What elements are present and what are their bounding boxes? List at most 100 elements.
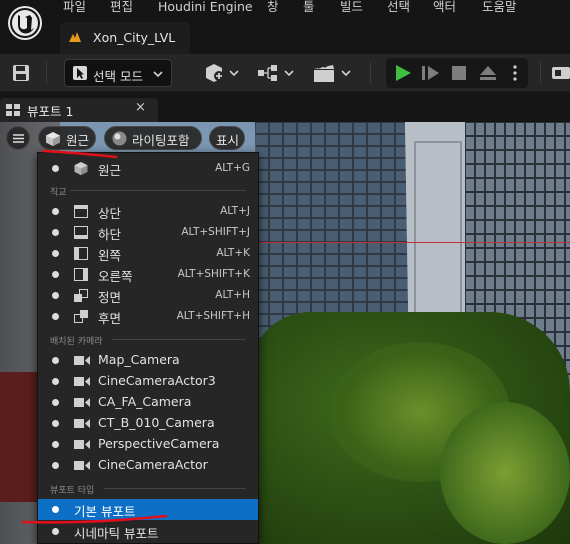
blueprint-icon[interactable] (257, 63, 295, 83)
show-label: 표시 (216, 133, 240, 148)
shortcut: ALT+SHIFT+J (181, 226, 250, 238)
lit-sphere-icon (112, 131, 127, 146)
camera-item[interactable]: PerspectiveCamera (38, 434, 258, 455)
section-header-cameras: 배치된 카메라 (50, 337, 103, 347)
platforms-icon[interactable] (552, 63, 570, 83)
camera-icon (74, 419, 90, 428)
show-button[interactable]: 표시 (209, 126, 245, 150)
more-options-icon[interactable] (512, 65, 518, 81)
menu-item-perspective[interactable]: 원근 ALT+G (38, 158, 258, 179)
camera-icon (74, 398, 90, 407)
camera-item[interactable]: CineCameraActor (38, 455, 258, 476)
camera-label: CineCameraActor (98, 457, 208, 472)
hamburger-icon (13, 134, 24, 143)
stop-icon[interactable] (452, 66, 466, 80)
right-label: 오른쪽 (98, 269, 133, 284)
divider (112, 339, 246, 340)
menu-window[interactable]: 창 (267, 0, 279, 15)
perspective-label: 원근 (66, 133, 90, 148)
radio-dot (52, 528, 59, 535)
menu-actor[interactable]: 액터 (433, 0, 456, 15)
menu-item-left[interactable]: 왼쪽 ALT+K (38, 243, 258, 264)
top-label: 상단 (98, 206, 122, 221)
cube-icon (74, 162, 88, 175)
tree-canopy-3 (440, 402, 570, 544)
radio-dot (52, 271, 59, 278)
select-arrow-icon (73, 66, 87, 80)
camera-icon (74, 461, 90, 470)
menu-select[interactable]: 선택 (387, 0, 410, 15)
menu-help[interactable]: 도움말 (482, 0, 517, 15)
top-view-icon (74, 205, 88, 218)
menu-file[interactable]: 파일 (63, 0, 86, 15)
shortcut: ALT+H (215, 289, 250, 301)
add-actor-icon[interactable] (204, 63, 240, 83)
close-icon[interactable]: × (135, 100, 146, 115)
menu-houdini-engine[interactable]: Houdini Engine (158, 0, 253, 15)
radio-dot (52, 165, 59, 172)
back-label: 후면 (98, 311, 122, 326)
level-icon (69, 32, 81, 42)
menu-item-bottom[interactable]: 하단 ALT+SHIFT+J (38, 222, 258, 243)
unreal-logo-icon[interactable] (8, 6, 42, 40)
left-label: 왼쪽 (98, 248, 122, 263)
camera-label: CineCameraActor3 (98, 373, 216, 388)
right-view-icon (74, 268, 88, 281)
bottom-label: 하단 (98, 227, 122, 242)
eject-icon[interactable] (479, 65, 497, 81)
viewport-options-button[interactable] (6, 126, 30, 150)
camera-label: PerspectiveCamera (98, 436, 220, 451)
menu-edit[interactable]: 편집 (110, 0, 133, 15)
cinematics-icon[interactable] (313, 62, 353, 84)
camera-item[interactable]: CA_FA_Camera (38, 392, 258, 413)
cube-icon (46, 132, 60, 146)
shortcut: ALT+J (220, 205, 250, 217)
select-mode-label: 선택 모드 (93, 69, 143, 84)
camera-item[interactable]: Map_Camera (38, 350, 258, 371)
camera-icon (74, 377, 90, 386)
viewport-tab[interactable]: 뷰포트 1 × (0, 98, 158, 122)
guide-line (260, 242, 570, 243)
perspective-button[interactable]: 원근 (38, 126, 96, 150)
shortcut: ALT+SHIFT+H (176, 310, 250, 322)
play-icon[interactable] (394, 64, 412, 82)
camera-item[interactable]: CT_B_010_Camera (38, 413, 258, 434)
menu-item-front[interactable]: 정면 ALT+H (38, 285, 258, 306)
shortcut: ALT+G (215, 162, 250, 174)
perspective-dropdown-menu: 원근 ALT+G 직교 상단 ALT+J 하단 ALT+SHIFT+J 왼쪽 A… (37, 152, 259, 544)
radio-dot (52, 229, 59, 236)
lighting-button[interactable]: 라이팅포함 (104, 126, 202, 150)
radio-dot (52, 292, 59, 299)
menu-tools[interactable]: 툴 (303, 0, 315, 15)
chevron-down-icon (153, 71, 163, 78)
camera-icon (74, 440, 90, 449)
radio-dot (52, 357, 59, 364)
back-view-icon (74, 310, 88, 323)
main-toolbar: 선택 모드 (0, 54, 570, 92)
viewport-grid-icon (6, 104, 20, 116)
radio-dot (52, 250, 59, 257)
viewport-tab-label: 뷰포트 1 (27, 104, 74, 119)
radio-dot (52, 313, 59, 320)
menu-item-right[interactable]: 오른쪽 ALT+SHIFT+K (38, 264, 258, 285)
menu-item-top[interactable]: 상단 ALT+J (38, 201, 258, 222)
select-mode-dropdown[interactable]: 선택 모드 (64, 59, 172, 87)
camera-item[interactable]: CineCameraActor3 (38, 371, 258, 392)
save-icon[interactable] (12, 64, 30, 82)
menu-bar: 파일 편집 Houdini Engine 창 툴 빌드 선택 액터 도움말 Xo… (0, 0, 570, 54)
left-building-red-wall (0, 372, 40, 502)
divider (104, 488, 246, 489)
annotation-underline-default-viewport (21, 514, 168, 524)
radio-dot (52, 420, 59, 427)
section-header-ortho: 직교 (50, 188, 67, 198)
left-view-icon (74, 247, 88, 260)
annotation-underline-perspective (41, 149, 118, 159)
level-tab[interactable]: Xon_City_LVL (60, 22, 190, 54)
section-header-viewport-type: 뷰포트 타입 (50, 486, 95, 496)
menu-build[interactable]: 빌드 (340, 0, 363, 15)
radio-dot (52, 441, 59, 448)
menu-item-back[interactable]: 후면 ALT+SHIFT+H (38, 306, 258, 327)
radio-dot (52, 399, 59, 406)
shortcut: ALT+SHIFT+K (177, 268, 250, 280)
step-icon[interactable] (422, 65, 440, 81)
